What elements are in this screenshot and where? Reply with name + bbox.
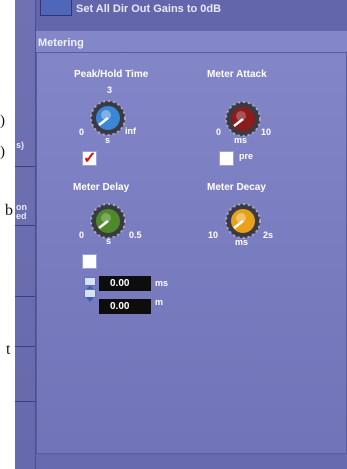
meter-delay-checkbox[interactable]: [82, 254, 97, 269]
delay-ms-field[interactable]: 0.00: [99, 276, 151, 291]
divider: [15, 166, 35, 167]
cut-text-b: b: [5, 202, 13, 219]
meter-attack-knob[interactable]: [224, 100, 262, 138]
divider: [15, 296, 35, 297]
divider: [15, 401, 35, 402]
left-margin: ) ) b t: [0, 0, 15, 469]
meter-decay-min: 10: [208, 230, 219, 240]
meter-delay-max: 0.5: [129, 230, 142, 240]
peak-hold-knob[interactable]: [89, 99, 127, 137]
set-gains-button[interactable]: [40, 0, 72, 16]
cut-text-2: ): [0, 144, 5, 160]
meter-delay-knob[interactable]: [89, 202, 127, 240]
delay-m-unit: m: [155, 297, 164, 307]
delay-m-field[interactable]: 0.00: [99, 299, 151, 314]
peak-hold-value: 3: [107, 85, 113, 95]
cut-text-t: t: [6, 341, 11, 358]
meter-delay-label: Meter Delay: [73, 182, 130, 193]
meter-attack-max: 10: [261, 127, 272, 137]
peak-hold-label: Peak/Hold Time: [74, 69, 149, 80]
peak-hold-min: 0: [79, 127, 85, 137]
side-label-s: s): [16, 140, 25, 150]
pre-checkbox[interactable]: [219, 151, 234, 166]
metering-section-frame: [36, 52, 347, 454]
spin-up-button[interactable]: [84, 277, 96, 290]
meter-decay-knob[interactable]: [224, 202, 262, 240]
meter-attack-label: Meter Attack: [207, 69, 267, 80]
delay-ms-unit: ms: [155, 278, 169, 288]
checkmark-icon: ✓: [83, 150, 97, 167]
meter-delay-min: 0: [79, 230, 85, 240]
divider: [15, 225, 35, 226]
side-label-ed: ed: [16, 211, 27, 221]
set-gains-label: Set All Dir Out Gains to 0dB: [76, 3, 222, 12]
bottom-band: [36, 454, 347, 469]
left-side-panel: s) on ed: [15, 0, 35, 469]
spin-down-button[interactable]: [84, 289, 96, 302]
meter-attack-min: 0: [216, 127, 222, 137]
cut-text-1: ): [0, 113, 5, 129]
metering-panel: Set All Dir Out Gains to 0dB Metering Pe…: [35, 0, 347, 469]
peak-hold-checkbox[interactable]: ✓: [82, 150, 97, 167]
meter-decay-max: 2s: [263, 230, 274, 240]
top-toolbar: Set All Dir Out Gains to 0dB: [36, 0, 347, 31]
divider: [15, 346, 35, 347]
meter-decay-label: Meter Decay: [207, 182, 266, 193]
section-title: Metering: [38, 37, 84, 49]
pre-label: pre: [239, 151, 254, 161]
